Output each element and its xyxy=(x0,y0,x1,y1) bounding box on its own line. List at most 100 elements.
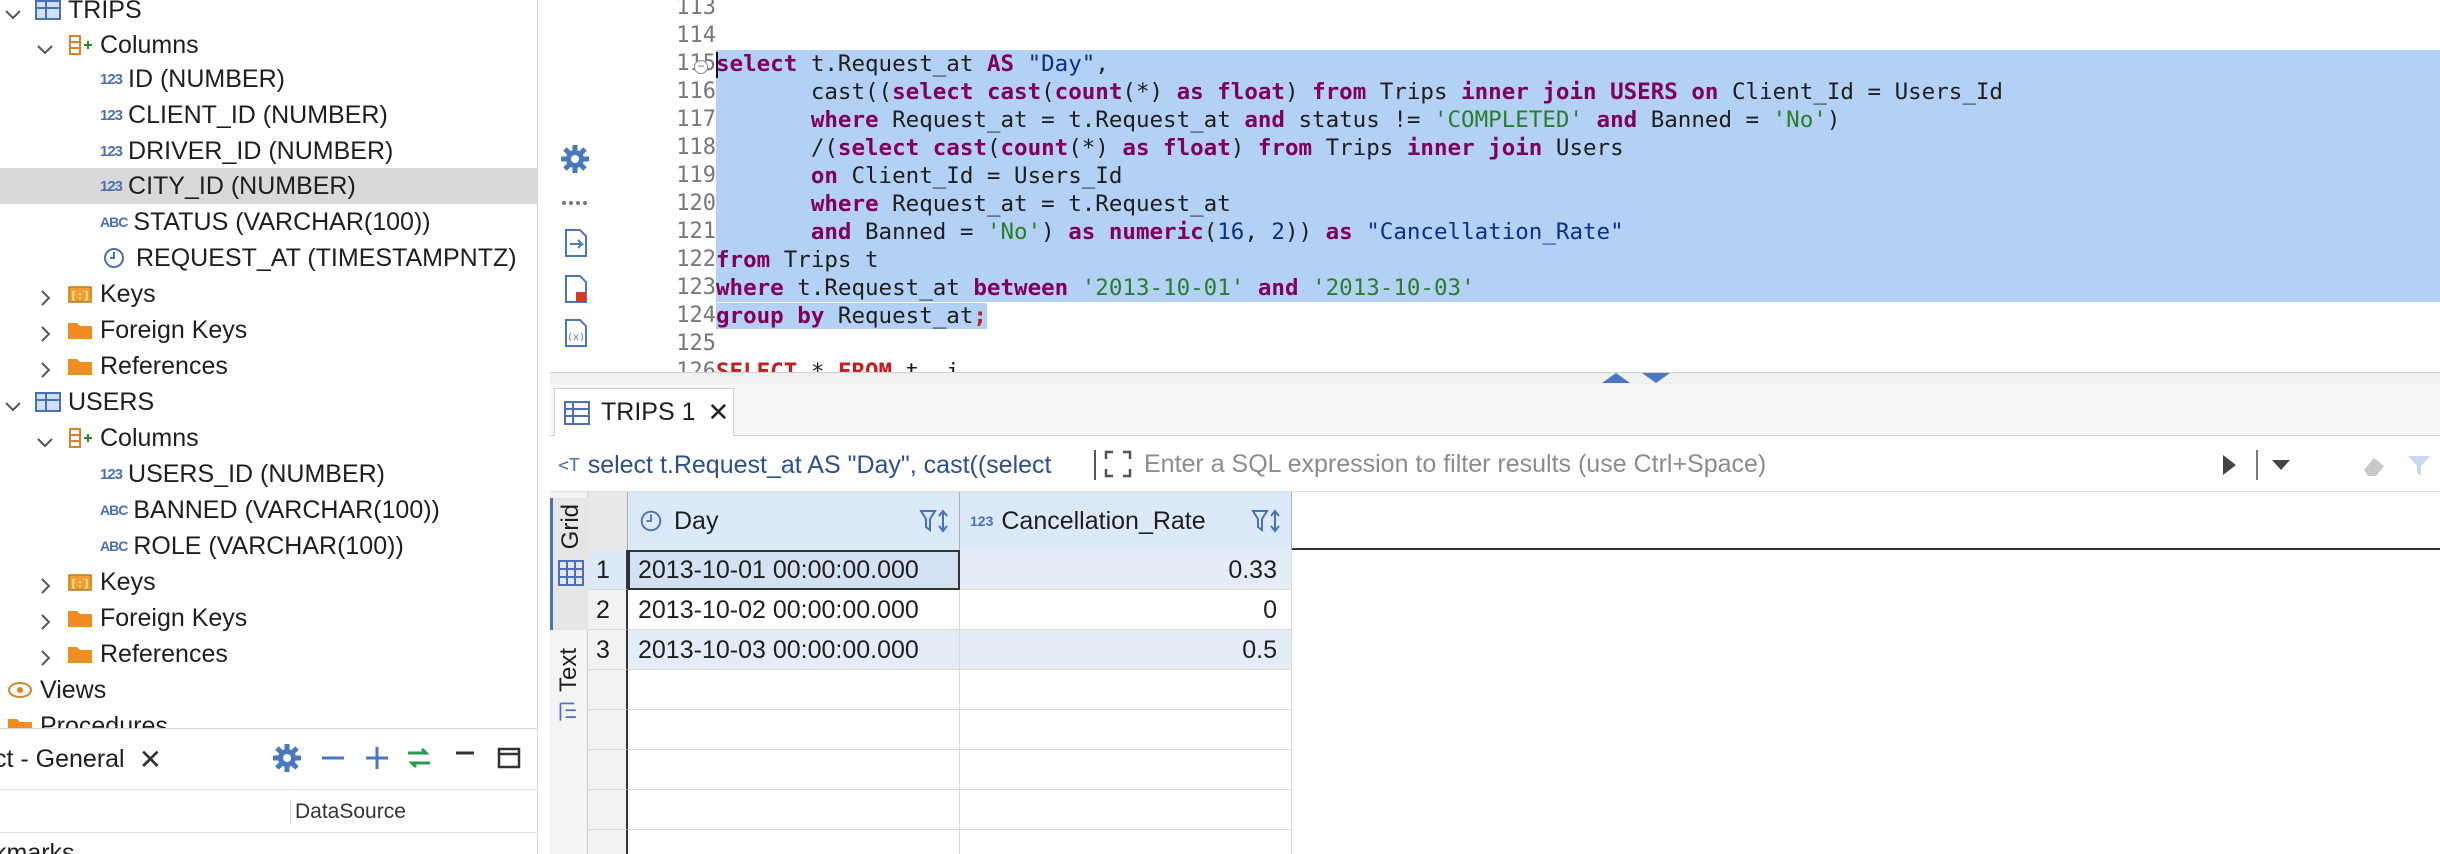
empty-cell xyxy=(960,790,1292,830)
line-number: 123 xyxy=(676,275,716,300)
tree-item-columns[interactable]: Columns xyxy=(0,27,537,63)
expand-all-icon[interactable] xyxy=(360,741,394,775)
empty-cell xyxy=(628,830,960,854)
chevron-right-icon[interactable] xyxy=(36,321,54,342)
empty-row xyxy=(588,750,2440,790)
restore-results-arrow-icon[interactable] xyxy=(1642,373,1670,383)
column-header-datasource[interactable]: DataSource xyxy=(290,800,406,824)
tree-item-keys[interactable]: [:] Keys xyxy=(0,276,537,312)
column-header-cancellation-rate[interactable]: 123 Cancellation_Rate xyxy=(960,492,1292,550)
eye-icon xyxy=(6,678,34,702)
chevron-right-icon[interactable] xyxy=(36,573,54,594)
tree-item-column-status[interactable]: ABC STATUS (VARCHAR(100)) xyxy=(0,204,537,240)
results-grid[interactable]: Day 123 Cancellation_Rate 1 2013-10-01 0… xyxy=(588,492,2440,854)
close-icon[interactable]: ✕ xyxy=(139,743,162,776)
chevron-right-icon[interactable] xyxy=(36,609,54,630)
tree-item-column-id[interactable]: 123 ID (NUMBER) xyxy=(0,61,537,97)
line-number: 118 xyxy=(676,135,716,160)
chevron-right-icon[interactable] xyxy=(36,357,54,378)
file-error-icon[interactable] xyxy=(558,272,592,306)
maximize-results-arrow-icon[interactable] xyxy=(1602,373,1630,383)
table-row[interactable]: 2 2013-10-02 00:00:00.000 0 xyxy=(588,590,2440,630)
tree-item-label: ID (NUMBER) xyxy=(128,64,285,93)
cell-cancellation-rate[interactable]: 0.5 xyxy=(960,630,1292,670)
more-icon[interactable] xyxy=(558,186,592,220)
table-icon xyxy=(564,400,590,425)
tree-item-column-users-id[interactable]: 123 USERS_ID (NUMBER) xyxy=(0,456,537,492)
maximize-icon[interactable] xyxy=(492,741,526,775)
tree-item-views[interactable]: Views xyxy=(0,672,537,708)
cell-day[interactable]: 2013-10-02 00:00:00.000 xyxy=(628,590,960,630)
filter-history-dropdown-icon[interactable] xyxy=(2266,450,2296,480)
tree-item-column-banned[interactable]: ABC BANNED (VARCHAR(100)) xyxy=(0,492,537,528)
tab-trips-1[interactable]: TRIPS 1 ✕ xyxy=(554,388,734,436)
close-icon[interactable]: ✕ xyxy=(707,397,729,428)
filter-sort-icon[interactable] xyxy=(1251,508,1283,534)
filter-sort-icon[interactable] xyxy=(919,508,951,534)
minimize-icon[interactable] xyxy=(448,741,482,775)
cell-day[interactable]: 2013-10-03 00:00:00.000 xyxy=(628,630,960,670)
tree-item-references[interactable]: References xyxy=(0,636,537,672)
tree-item-columns[interactable]: Columns xyxy=(0,420,537,456)
chevron-down-icon[interactable] xyxy=(4,1,22,20)
link-with-editor-icon[interactable] xyxy=(402,741,436,775)
svg-text:(x): (x) xyxy=(567,332,585,343)
chevron-right-icon[interactable] xyxy=(36,645,54,666)
tree-item-column-city-id[interactable]: 123 CITY_ID (NUMBER) xyxy=(0,168,537,204)
tree-item-foreign-keys[interactable]: Foreign Keys xyxy=(0,600,537,636)
results-tab-bar: TRIPS 1 ✕ xyxy=(550,384,2440,436)
code-line-119: on Client_Id = Users_Id xyxy=(716,162,2440,190)
tree-item-trips-table[interactable]: TRIPS xyxy=(0,0,537,28)
query-preview[interactable]: <T select t.Request_at AS "Day", cast((s… xyxy=(558,448,1098,482)
tree-item-label: TRIPS xyxy=(68,0,142,24)
code-area[interactable]: select t.Request_at AS "Day", cast((sele… xyxy=(716,0,2440,372)
expand-filter-icon[interactable] xyxy=(1102,448,1134,480)
clear-filter-icon[interactable] xyxy=(2358,450,2388,480)
collapse-all-icon[interactable] xyxy=(316,741,350,775)
tab-text[interactable]: Text xyxy=(550,642,588,762)
table-row[interactable]: 3 2013-10-03 00:00:00.000 0.5 xyxy=(588,630,2440,670)
tree-item-keys[interactable]: [:] Keys xyxy=(0,564,537,600)
filter-input[interactable] xyxy=(1144,446,2204,482)
empty-cell xyxy=(628,670,960,710)
fold-toggle-icon[interactable]: − xyxy=(694,60,708,74)
number-type-icon: 123 xyxy=(970,513,994,529)
table-row[interactable]: 1 2013-10-01 00:00:00.000 0.33 xyxy=(588,550,2440,590)
tree-item-foreign-keys[interactable]: Foreign Keys xyxy=(0,312,537,348)
gear-icon[interactable] xyxy=(558,142,592,176)
cell-cancellation-rate[interactable]: 0.33 xyxy=(960,550,1292,590)
tab-project-general[interactable]: ct - General ✕ xyxy=(0,729,190,789)
editor-results-splitter[interactable] xyxy=(550,372,2440,384)
tab-label: ct - General xyxy=(0,744,125,773)
tree-item-column-role[interactable]: ABC ROLE (VARCHAR(100)) xyxy=(0,528,537,564)
gear-icon[interactable] xyxy=(270,741,304,775)
export-icon[interactable] xyxy=(558,226,592,260)
chevron-down-icon[interactable] xyxy=(4,393,22,412)
folder-icon xyxy=(66,606,94,630)
tree-item-procedures[interactable]: Procedures xyxy=(0,708,537,728)
empty-cell xyxy=(628,750,960,790)
chevron-down-icon[interactable] xyxy=(36,36,54,55)
empty-cell xyxy=(960,670,1292,710)
chevron-right-icon[interactable] xyxy=(36,285,54,306)
variables-icon[interactable]: (x) xyxy=(558,316,592,350)
tab-grid[interactable]: Grid xyxy=(550,498,588,630)
tree-item-users-table[interactable]: USERS xyxy=(0,384,537,420)
sql-editor[interactable]: (x) 113114115116117118119120121122123124… xyxy=(550,0,2440,372)
tree-item-column-request-at[interactable]: REQUEST_AT (TIMESTAMPNTZ) xyxy=(0,240,537,276)
tree-item-label: USERS_ID (NUMBER) xyxy=(128,459,386,488)
chevron-down-icon[interactable] xyxy=(36,429,54,448)
tree-item-column-client-id[interactable]: 123 CLIENT_ID (NUMBER) xyxy=(0,97,537,133)
tree-item-references[interactable]: References xyxy=(0,348,537,384)
cell-day[interactable]: 2013-10-01 00:00:00.000 xyxy=(628,550,960,590)
cell-cancellation-rate[interactable]: 0 xyxy=(960,590,1292,630)
filter-settings-icon[interactable] xyxy=(2404,450,2434,480)
tree-item-label: Foreign Keys xyxy=(100,603,248,632)
project-item-bookmarks[interactable]: kmarks xyxy=(0,839,75,854)
tree-item-label: References xyxy=(100,639,228,668)
column-header-day[interactable]: Day xyxy=(628,492,960,550)
line-number: 122 xyxy=(676,247,716,272)
empty-cell xyxy=(960,830,1292,854)
apply-filter-icon[interactable] xyxy=(2214,450,2244,480)
tree-item-column-driver-id[interactable]: 123 DRIVER_ID (NUMBER) xyxy=(0,133,537,169)
